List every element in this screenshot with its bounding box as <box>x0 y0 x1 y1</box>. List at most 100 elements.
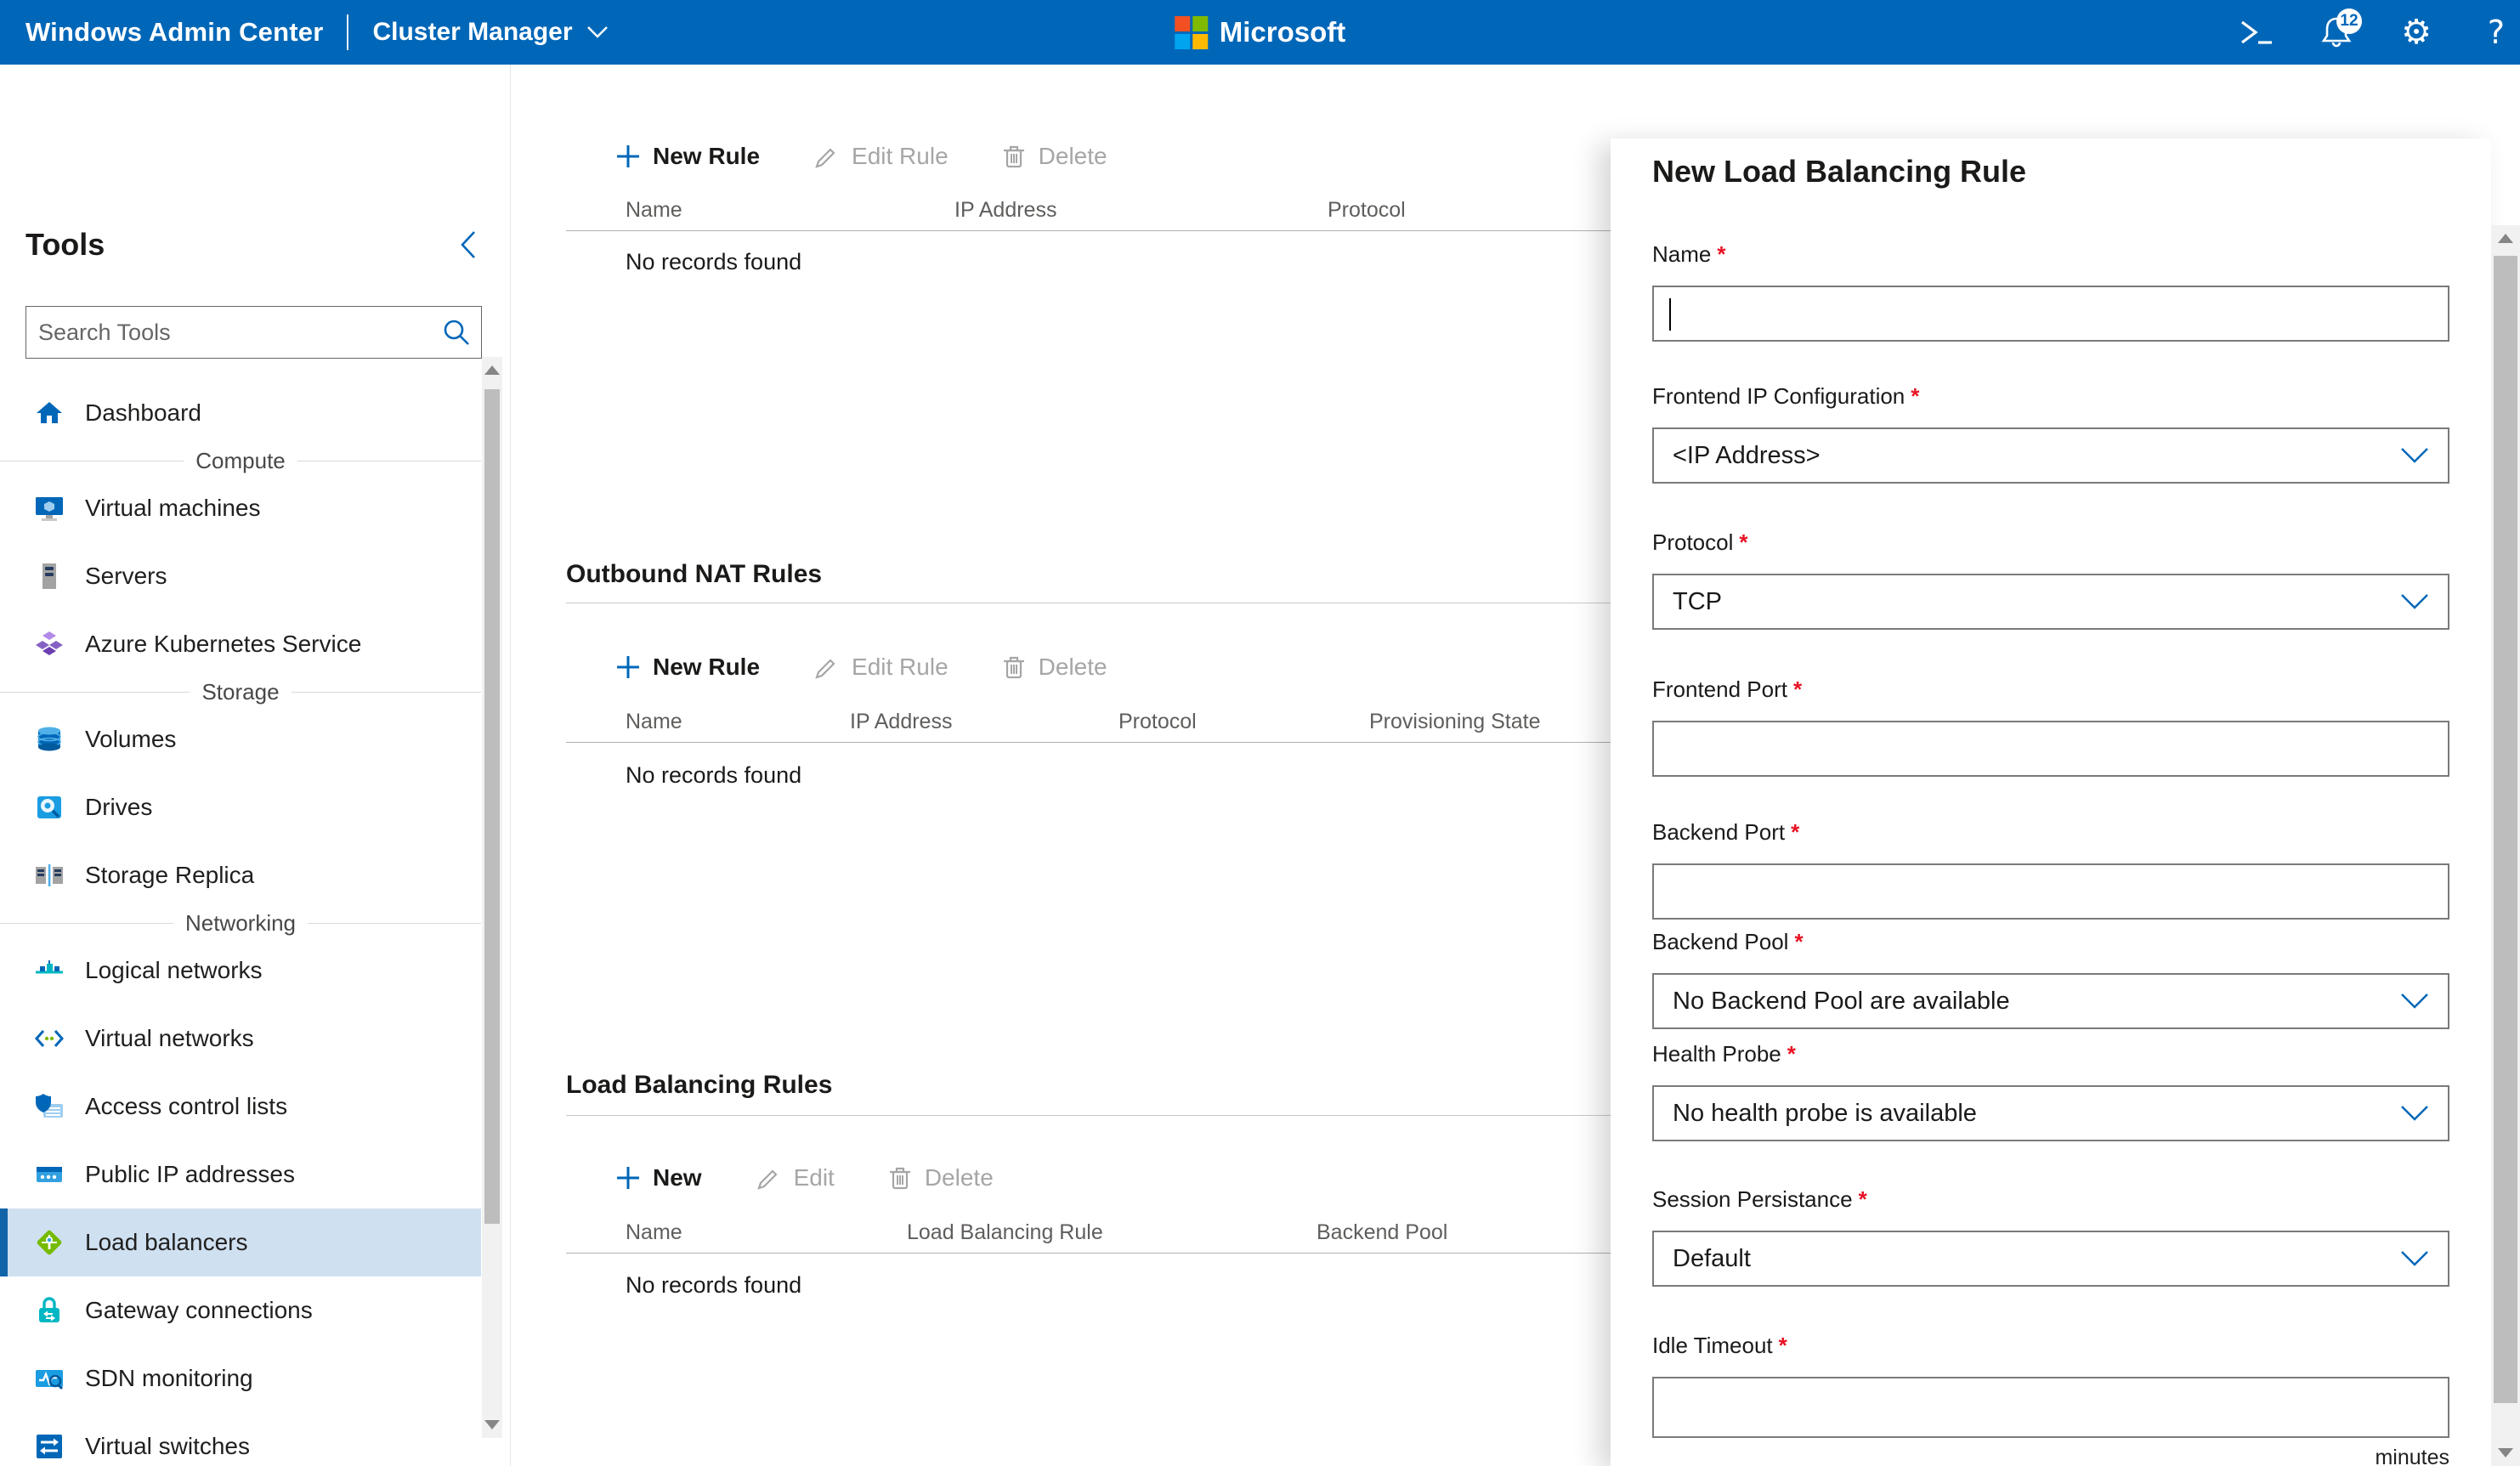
notifications-badge: 12 <box>2336 8 2362 34</box>
pencil-icon <box>755 1164 782 1191</box>
rules-toolbar-1: New Rule Edit Rule Delete <box>615 133 1107 180</box>
field-frontend-port: Frontend Port* <box>1652 676 2449 777</box>
sidebar-item-virtual-networks[interactable]: Virtual networks <box>0 1005 481 1073</box>
chevron-down-icon <box>2400 447 2429 464</box>
field-protocol: Protocol* TCP <box>1652 529 2449 630</box>
health-probe-select[interactable]: No health probe is available <box>1652 1085 2449 1141</box>
scroll-up-icon[interactable] <box>484 365 500 375</box>
chevron-left-icon <box>459 229 478 260</box>
edit-button-3[interactable]: Edit <box>755 1164 835 1191</box>
main-content: New Rule Edit Rule Delete Name IP Addres… <box>511 0 1611 1466</box>
field-name: Name* <box>1652 241 2449 342</box>
sidebar-scrollbar-thumb[interactable] <box>484 389 500 1224</box>
servers-icon <box>34 561 65 591</box>
notifications-button[interactable]: 12 <box>2318 7 2355 58</box>
new-rule-button-2[interactable]: New Rule <box>615 654 760 681</box>
storage-replica-icon <box>34 860 65 891</box>
microsoft-logo-squares <box>1175 16 1208 49</box>
sidebar-item-sdn-monitoring[interactable]: SDN monitoring <box>0 1344 481 1412</box>
solution-name: Cluster Manager <box>372 18 572 47</box>
sidebar-item-storage-replica[interactable]: Storage Replica <box>0 841 481 909</box>
rules-toolbar-3: New Edit Delete <box>615 1154 994 1202</box>
sidebar-item-volumes[interactable]: Volumes <box>0 705 481 773</box>
pencil-icon <box>813 654 840 681</box>
frontend-port-input[interactable] <box>1652 721 2449 777</box>
name-input[interactable] <box>1652 286 2449 342</box>
trash-icon <box>1001 654 1027 681</box>
top-bar: Windows Admin Center Cluster Manager Mic… <box>0 0 2520 65</box>
solution-switcher[interactable]: Cluster Manager <box>372 18 608 47</box>
drives-icon <box>34 792 65 823</box>
sidebar-item-virtual-machines[interactable]: Virtual machines <box>0 474 481 542</box>
session-persistance-select[interactable]: Default <box>1652 1231 2449 1287</box>
idle-timeout-input[interactable] <box>1652 1377 2449 1438</box>
help-button[interactable]: ? <box>2478 7 2515 58</box>
load-balancers-icon <box>34 1227 65 1258</box>
help-icon: ? <box>2488 15 2505 49</box>
sidebar-item-servers[interactable]: Servers <box>0 542 481 610</box>
tools-sidebar: Tools Dashboard Compute Virtual machines <box>0 65 511 1466</box>
sidebar-item-load-balancers[interactable]: Load balancers <box>0 1208 481 1276</box>
text-cursor <box>1669 298 1671 331</box>
gear-icon: ⚙ <box>2401 15 2432 49</box>
table-header-1: Name IP Address Protocol <box>566 193 1611 231</box>
chevron-down-icon <box>586 25 609 39</box>
trash-icon <box>887 1164 913 1191</box>
backend-port-input[interactable] <box>1652 863 2449 920</box>
sidebar-item-gateway-connections[interactable]: Gateway connections <box>0 1276 481 1344</box>
table-header-2: Name IP Address Protocol Provisioning St… <box>566 705 1611 743</box>
table-header-3: Name Load Balancing Rule Backend Pool <box>566 1215 1611 1254</box>
chevron-down-icon <box>2400 1250 2429 1267</box>
collapse-sidebar-button[interactable] <box>456 226 481 263</box>
sidebar-item-drives[interactable]: Drives <box>0 773 481 841</box>
section-networking: Networking <box>0 909 481 937</box>
powershell-button[interactable] <box>2238 7 2275 58</box>
home-icon <box>34 398 65 428</box>
public-ip-addresses-icon <box>34 1159 65 1190</box>
sidebar-item-logical-networks[interactable]: Logical networks <box>0 937 481 1005</box>
sidebar-item-public-ip-addresses[interactable]: Public IP addresses <box>0 1141 481 1208</box>
scroll-down-icon[interactable] <box>2498 1448 2513 1458</box>
sidebar-scrollbar[interactable] <box>482 357 502 1438</box>
search-input[interactable] <box>26 320 442 346</box>
empty-state-2: No records found <box>626 758 801 792</box>
plus-icon <box>615 144 641 169</box>
new-button-3[interactable]: New <box>615 1164 702 1191</box>
settings-button[interactable]: ⚙ <box>2398 7 2435 58</box>
chevron-down-icon <box>2400 593 2429 610</box>
sidebar-item-access-control-lists[interactable]: Access control lists <box>0 1073 481 1141</box>
protocol-select[interactable]: TCP <box>1652 574 2449 630</box>
panel-scrollbar-thumb[interactable] <box>2494 256 2517 1403</box>
edit-rule-button-1[interactable]: Edit Rule <box>813 143 949 170</box>
virtual-switches-icon <box>34 1431 65 1462</box>
powershell-icon <box>2239 18 2274 47</box>
edit-rule-button-2[interactable]: Edit Rule <box>813 654 949 681</box>
panel-scrollbar[interactable] <box>2491 225 2520 1466</box>
delete-button-2[interactable]: Delete <box>1001 654 1107 681</box>
field-backend-pool: Backend Pool* No Backend Pool are availa… <box>1652 928 2449 1029</box>
field-idle-timeout: Idle Timeout* <box>1652 1332 2449 1438</box>
app-title[interactable]: Windows Admin Center <box>25 17 323 48</box>
tools-title: Tools <box>25 227 105 263</box>
plus-icon <box>615 654 641 680</box>
delete-button-1[interactable]: Delete <box>1001 143 1107 170</box>
scroll-down-icon[interactable] <box>484 1420 500 1429</box>
azure-kubernetes-service-icon <box>34 629 65 659</box>
microsoft-wordmark: Microsoft <box>1220 16 1346 48</box>
section-compute: Compute <box>0 447 481 474</box>
title-separator <box>347 14 348 50</box>
sidebar-item-dashboard[interactable]: Dashboard <box>0 379 481 447</box>
new-load-balancing-rule-panel: New Load Balancing Rule Name* Frontend I… <box>1611 139 2491 1466</box>
new-rule-button-1[interactable]: New Rule <box>615 143 760 170</box>
frontend-ip-configuration-select[interactable]: <IP Address> <box>1652 427 2449 484</box>
backend-pool-select[interactable]: No Backend Pool are available <box>1652 973 2449 1029</box>
rules-toolbar-2: New Rule Edit Rule Delete <box>615 643 1107 691</box>
sidebar-item-azure-kubernetes-service[interactable]: Azure Kubernetes Service <box>0 610 481 678</box>
field-health-probe: Health Probe* No health probe is availab… <box>1652 1040 2449 1141</box>
scroll-up-icon[interactable] <box>2498 234 2513 243</box>
field-session-persistance: Session Persistance* Default <box>1652 1186 2449 1287</box>
sdn-monitoring-icon <box>34 1363 65 1394</box>
delete-button-3[interactable]: Delete <box>887 1164 994 1191</box>
logical-networks-icon <box>34 955 65 986</box>
sidebar-item-virtual-switches[interactable]: Virtual switches <box>0 1412 481 1466</box>
